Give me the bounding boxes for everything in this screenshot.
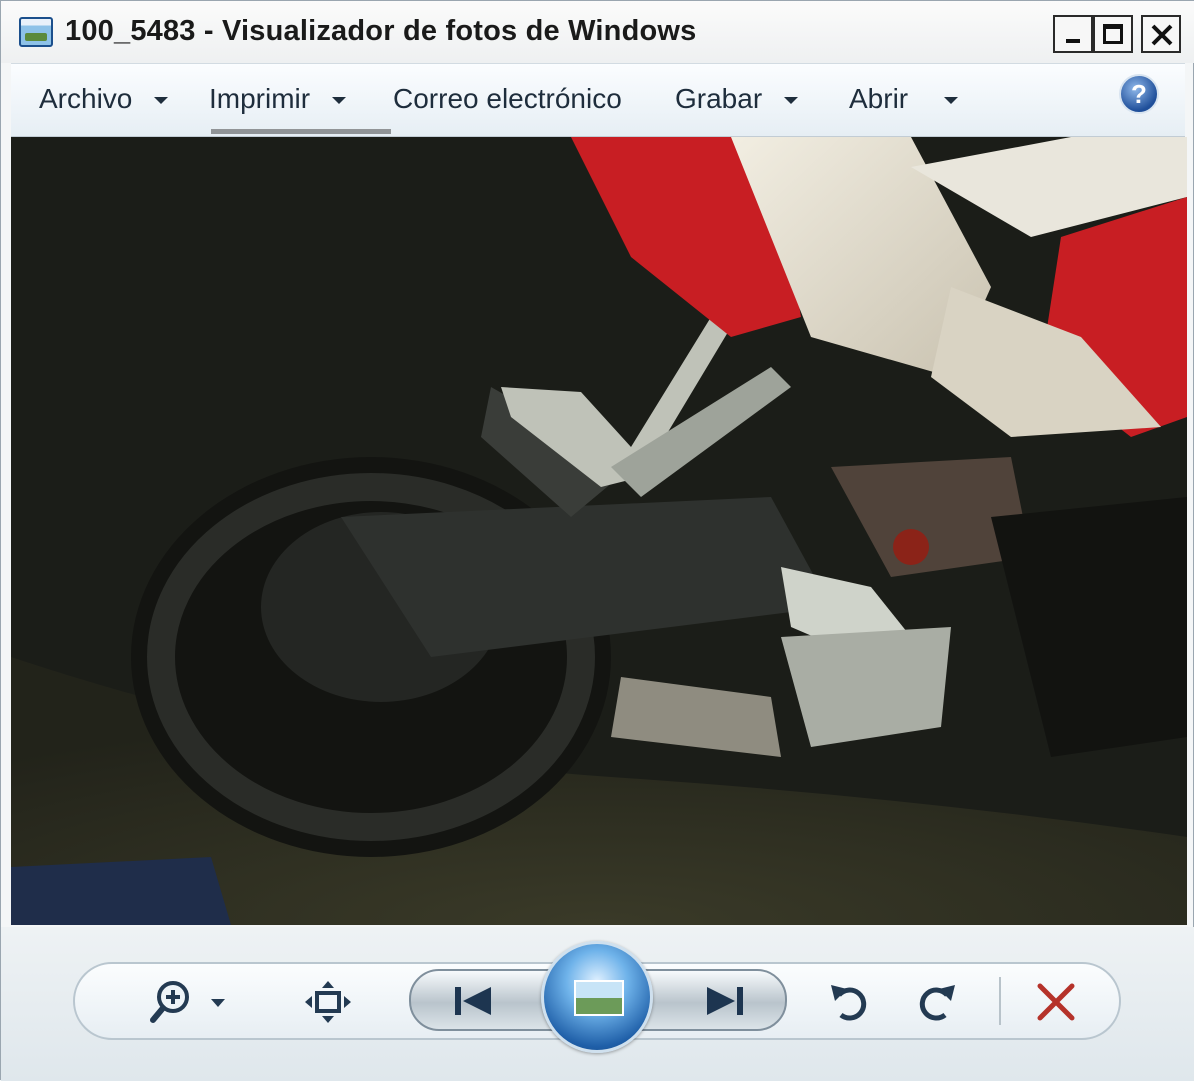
help-icon[interactable]: ? <box>1119 74 1159 114</box>
next-icon <box>707 987 743 1015</box>
photo-image <box>11 137 1187 925</box>
photo-display[interactable] <box>11 137 1187 925</box>
window-title: 100_5483 - Visualizador de fotos de Wind… <box>65 15 697 47</box>
menu-imprimir[interactable]: Imprimir <box>209 77 347 121</box>
chevron-down-icon <box>332 96 347 104</box>
previous-button[interactable] <box>451 983 497 1019</box>
fit-to-window-button[interactable] <box>303 979 353 1025</box>
minimize-icon <box>1055 17 1091 51</box>
menu-abrir[interactable]: Abrir <box>849 77 959 121</box>
chevron-down-icon <box>154 96 169 104</box>
menu-correo-label: Correo electrónico <box>393 83 622 114</box>
app-icon <box>19 17 53 47</box>
previous-icon <box>455 987 491 1015</box>
menu-grabar[interactable]: Grabar <box>675 77 799 121</box>
next-button[interactable] <box>701 983 747 1019</box>
rotate-clockwise-icon <box>919 985 955 1021</box>
rotate-counterclockwise-icon <box>831 985 867 1021</box>
fit-to-window-icon <box>305 981 351 1023</box>
menu-hover-indicator <box>211 129 391 134</box>
menu-correo-electronico[interactable]: Correo electrónico <box>393 77 622 121</box>
close-icon <box>1143 17 1179 51</box>
maximize-button[interactable] <box>1093 15 1133 53</box>
menu-archivo-label: Archivo <box>39 83 133 114</box>
chevron-down-icon <box>784 96 799 104</box>
title-bar[interactable]: 100_5483 - Visualizador de fotos de Wind… <box>1 1 1194 63</box>
delete-button[interactable] <box>1035 981 1077 1023</box>
menu-imprimir-label: Imprimir <box>209 83 311 114</box>
close-button[interactable] <box>1141 15 1181 53</box>
bottom-toolbar <box>1 927 1194 1081</box>
zoom-button[interactable] <box>147 977 231 1027</box>
maximize-icon <box>1095 17 1131 51</box>
zoom-icon <box>150 981 225 1023</box>
toolbar-divider <box>999 977 1001 1025</box>
menu-bar: Archivo Imprimir Correo electrónico Grab… <box>11 63 1185 137</box>
photo-viewer-window: 100_5483 - Visualizador de fotos de Wind… <box>0 0 1194 1081</box>
slideshow-button[interactable] <box>541 941 653 1053</box>
minimize-button[interactable] <box>1053 15 1093 53</box>
rotate-counterclockwise-button[interactable] <box>827 979 873 1025</box>
chevron-down-icon <box>944 96 959 104</box>
rotate-clockwise-button[interactable] <box>913 979 959 1025</box>
menu-grabar-label: Grabar <box>675 83 763 114</box>
menu-abrir-label: Abrir <box>849 83 909 114</box>
slideshow-icon <box>574 980 624 1016</box>
delete-icon <box>1037 983 1075 1021</box>
menu-archivo[interactable]: Archivo <box>39 77 169 121</box>
